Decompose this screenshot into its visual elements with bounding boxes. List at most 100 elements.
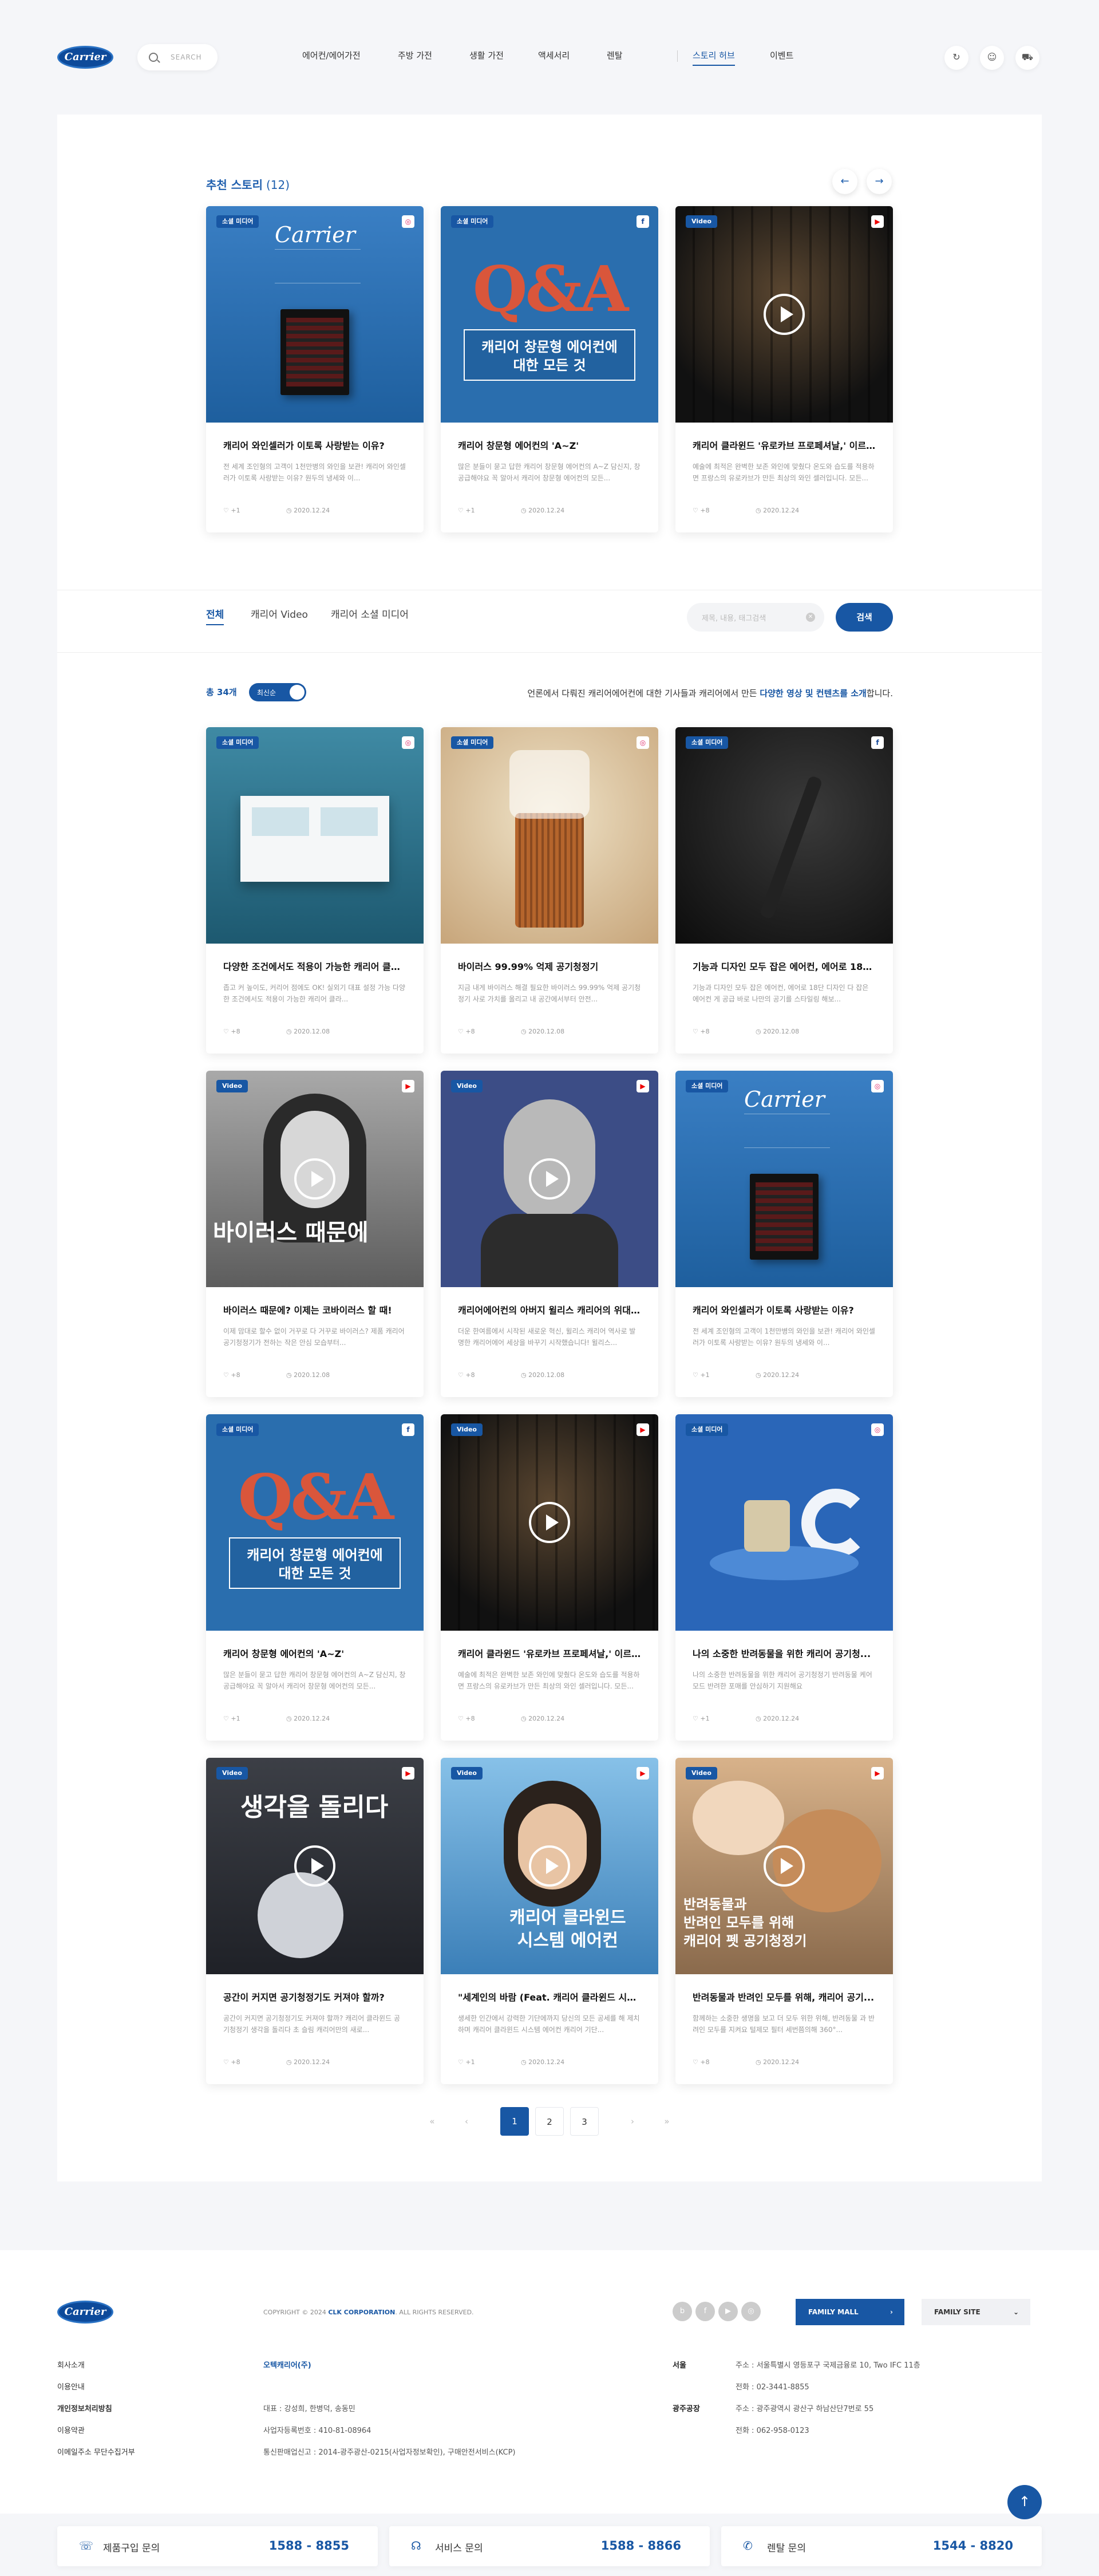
like-count[interactable]: ♡ +1: [458, 507, 475, 514]
blog-icon[interactable]: b: [673, 2302, 692, 2321]
card-thumbnail[interactable]: 캐리어 클라윈드 시스템 에어컨: [441, 1758, 658, 1974]
tab-video[interactable]: 캐리어 Video: [251, 606, 308, 621]
facebook-icon[interactable]: f: [695, 2302, 715, 2321]
featured-prev-button[interactable]: ←: [832, 169, 857, 194]
refresh-icon[interactable]: ↻: [944, 46, 968, 70]
play-icon[interactable]: [529, 1502, 570, 1543]
story-card[interactable]: 소셜 미디어 ◎ 나의 소중한 반려동물을 위한 캐리어 공기청... 나의 소…: [675, 1414, 893, 1741]
card-title[interactable]: 기능과 디자인 모두 잡은 에어컨, 에어로 18단 ...: [693, 959, 876, 973]
footer-link-terms[interactable]: 이용약관: [57, 2424, 85, 2435]
contact-rental[interactable]: ✆ 렌탈 문의 1544 - 8820: [721, 2526, 1042, 2566]
story-card[interactable]: 소셜 미디어 f 기능과 디자인 모두 잡은 에어컨, 에어로 18단 ... …: [675, 727, 893, 1054]
card-thumbnail[interactable]: [441, 1414, 658, 1631]
search-button[interactable]: 검색: [836, 603, 893, 632]
tab-all[interactable]: 전체: [206, 606, 224, 625]
footer-logo[interactable]: Carrier: [57, 2301, 113, 2323]
youtube-icon[interactable]: ▶: [718, 2302, 738, 2321]
card-thumbnail[interactable]: Q&A 캐리어 창문형 에어컨에 대한 모든 것: [206, 1414, 424, 1631]
nav-item-accessory[interactable]: 액세서리: [538, 49, 570, 61]
next-page-button[interactable]: ›: [618, 2107, 647, 2136]
family-site-select[interactable]: FAMILY SITE ⌄: [922, 2299, 1030, 2325]
like-count[interactable]: ♡ +8: [223, 2058, 240, 2066]
card-title[interactable]: 캐리어 클라윈드 '유로카브 프로페셔날,' 이르...: [458, 1646, 641, 1660]
contact-purchase[interactable]: ☏ 제품구입 문의 1588 - 8855: [57, 2526, 378, 2566]
card-title[interactable]: 캐리어 창문형 에어컨의 'A~Z': [223, 1646, 406, 1660]
play-icon[interactable]: [529, 1845, 570, 1887]
card-thumbnail[interactable]: [441, 727, 658, 944]
card-title[interactable]: 캐리어 와인셀러가 이토록 사랑받는 이유?: [693, 1303, 876, 1316]
card-thumbnail[interactable]: [675, 206, 893, 423]
card-title[interactable]: 캐리어에어컨의 아버지 윌리스 캐리어의 위대...: [458, 1303, 641, 1316]
play-icon[interactable]: [294, 1158, 335, 1200]
footer-link-privacy[interactable]: 개인정보처리방침: [57, 2403, 112, 2413]
like-count[interactable]: ♡ +8: [693, 2058, 710, 2066]
card-title[interactable]: 반려동물과 반려인 모두를 위해, 캐리어 공기...: [693, 1990, 876, 2003]
nav-item-story-hub[interactable]: 스토리 허브: [693, 49, 735, 66]
story-card[interactable]: Carrier 소셜 미디어 ◎ 캐리어 와인셀러가 이토록 사랑받는 이유? …: [675, 1071, 893, 1397]
card-title[interactable]: 바이러스 99.99% 억제 공기청정기: [458, 959, 641, 973]
like-count[interactable]: ♡ +8: [458, 1371, 475, 1379]
story-card[interactable]: 소셜 미디어 ◎ 바이러스 99.99% 억제 공기청정기 지금 내게 바이러스…: [441, 727, 658, 1054]
story-card[interactable]: Video ▶ 캐리어에어컨의 아버지 윌리스 캐리어의 위대... 더운 한여…: [441, 1071, 658, 1397]
user-icon[interactable]: ☺: [980, 46, 1004, 70]
like-count[interactable]: ♡ +8: [693, 1028, 710, 1035]
play-icon[interactable]: [529, 1158, 570, 1200]
featured-card[interactable]: Q&A 캐리어 창문형 에어컨에 대한 모든 것 소셜 미디어 f 캐리어 창문…: [441, 206, 658, 532]
like-count[interactable]: ♡ +8: [458, 1028, 475, 1035]
card-thumbnail[interactable]: [441, 1071, 658, 1287]
card-title[interactable]: 캐리어 창문형 에어컨의 'A~Z': [458, 438, 641, 452]
clear-icon[interactable]: ✕: [806, 613, 815, 622]
featured-card[interactable]: Carrier 소셜 미디어 ◎ 캐리어 와인셀러가 이토록 사랑받는 이유? …: [206, 206, 424, 532]
footer-link-email-policy[interactable]: 이메일주소 무단수집거부: [57, 2446, 135, 2457]
sort-toggle[interactable]: 최신순: [249, 683, 306, 701]
card-title[interactable]: 바이러스 때문에? 이제는 코바이러스 할 때!: [223, 1303, 406, 1316]
scroll-top-button[interactable]: ↑: [1007, 2485, 1042, 2519]
card-thumbnail[interactable]: [675, 1414, 893, 1631]
tab-social[interactable]: 캐리어 소셜 미디어: [331, 606, 409, 621]
story-card[interactable]: 반려동물과 반려인 모두를 위해 캐리어 펫 공기청정기 Video ▶ 반려동…: [675, 1758, 893, 2084]
card-title[interactable]: 나의 소중한 반려동물을 위한 캐리어 공기청...: [693, 1646, 876, 1660]
play-icon[interactable]: [764, 294, 805, 335]
card-title[interactable]: 공간이 커지면 공기청정기도 커져야 할까?: [223, 1990, 406, 2003]
story-card[interactable]: Video ▶ 캐리어 클라윈드 '유로카브 프로페셔날,' 이르... 예술에…: [441, 1414, 658, 1741]
page-1-button[interactable]: 1: [500, 2107, 529, 2136]
card-title[interactable]: "세계인의 바람 (Feat. 캐리어 클라윈드 시스...: [458, 1990, 641, 2003]
story-card[interactable]: 캐리어 클라윈드 시스템 에어컨 Video ▶ "세계인의 바람 (Feat.…: [441, 1758, 658, 2084]
contact-service[interactable]: ☊ 서비스 문의 1588 - 8866: [389, 2526, 710, 2566]
featured-card[interactable]: Video ▶ 캐리어 클라윈드 '유로카브 프로페셔날,' 이르... 예술에…: [675, 206, 893, 532]
card-thumbnail[interactable]: Carrier: [206, 206, 424, 423]
card-thumbnail[interactable]: Q&A 캐리어 창문형 에어컨에 대한 모든 것: [441, 206, 658, 423]
like-count[interactable]: ♡ +1: [693, 1371, 710, 1379]
instagram-icon[interactable]: ◎: [741, 2302, 761, 2321]
family-mall-button[interactable]: FAMILY MALL ›: [796, 2299, 904, 2325]
footer-link-company[interactable]: 회사소개: [57, 2359, 85, 2370]
card-title[interactable]: 다양한 조건에서도 적용이 가능한 캐리어 클라...: [223, 959, 406, 973]
like-count[interactable]: ♡ +8: [458, 1715, 475, 1722]
like-count[interactable]: ♡ +8: [223, 1371, 240, 1379]
card-title[interactable]: 캐리어 클라윈드 '유로카브 프로페셔날,' 이르...: [693, 438, 876, 452]
nav-item-rental[interactable]: 렌탈: [607, 49, 623, 61]
card-thumbnail[interactable]: [675, 727, 893, 944]
card-thumbnail[interactable]: Carrier: [675, 1071, 893, 1287]
page-2-button[interactable]: 2: [535, 2107, 564, 2136]
card-thumbnail[interactable]: [206, 727, 424, 944]
nav-item-aircon[interactable]: 에어컨/에어가전: [302, 49, 361, 61]
card-thumbnail[interactable]: 반려동물과 반려인 모두를 위해 캐리어 펫 공기청정기: [675, 1758, 893, 1974]
page-3-button[interactable]: 3: [570, 2107, 599, 2136]
like-count[interactable]: ♡ +1: [458, 2058, 475, 2066]
like-count[interactable]: ♡ +1: [223, 1715, 240, 1722]
like-count[interactable]: ♡ +8: [223, 1028, 240, 1035]
nav-item-kitchen[interactable]: 주방 가전: [398, 49, 432, 61]
story-card[interactable]: 소셜 미디어 ◎ 다양한 조건에서도 적용이 가능한 캐리어 클라... 좁고 …: [206, 727, 424, 1054]
first-page-button[interactable]: «: [418, 2107, 446, 2136]
cart-icon[interactable]: ⛟: [1015, 46, 1039, 70]
story-card[interactable]: 바이러스 때문에 Video ▶ 바이러스 때문에? 이제는 코바이러스 할 때…: [206, 1071, 424, 1397]
like-count[interactable]: ♡ +8: [693, 507, 710, 514]
card-thumbnail[interactable]: 생각을 돌리다: [206, 1758, 424, 1974]
story-card[interactable]: Q&A 캐리어 창문형 에어컨에 대한 모든 것 소셜 미디어 f 캐리어 창문…: [206, 1414, 424, 1741]
story-search-input[interactable]: 제목, 내용, 태그검색 ✕: [687, 603, 824, 632]
play-icon[interactable]: [294, 1845, 335, 1887]
prev-page-button[interactable]: ‹: [452, 2107, 481, 2136]
like-count[interactable]: ♡ +1: [223, 507, 240, 514]
card-thumbnail[interactable]: 바이러스 때문에: [206, 1071, 424, 1287]
